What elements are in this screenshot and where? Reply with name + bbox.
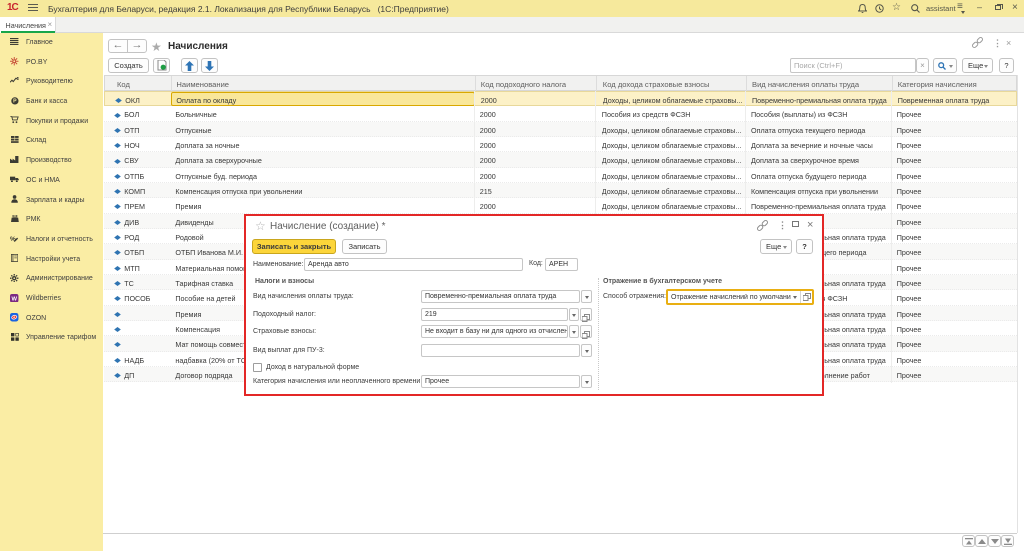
svg-text:P: P xyxy=(13,98,17,104)
svg-text:W: W xyxy=(12,296,18,302)
